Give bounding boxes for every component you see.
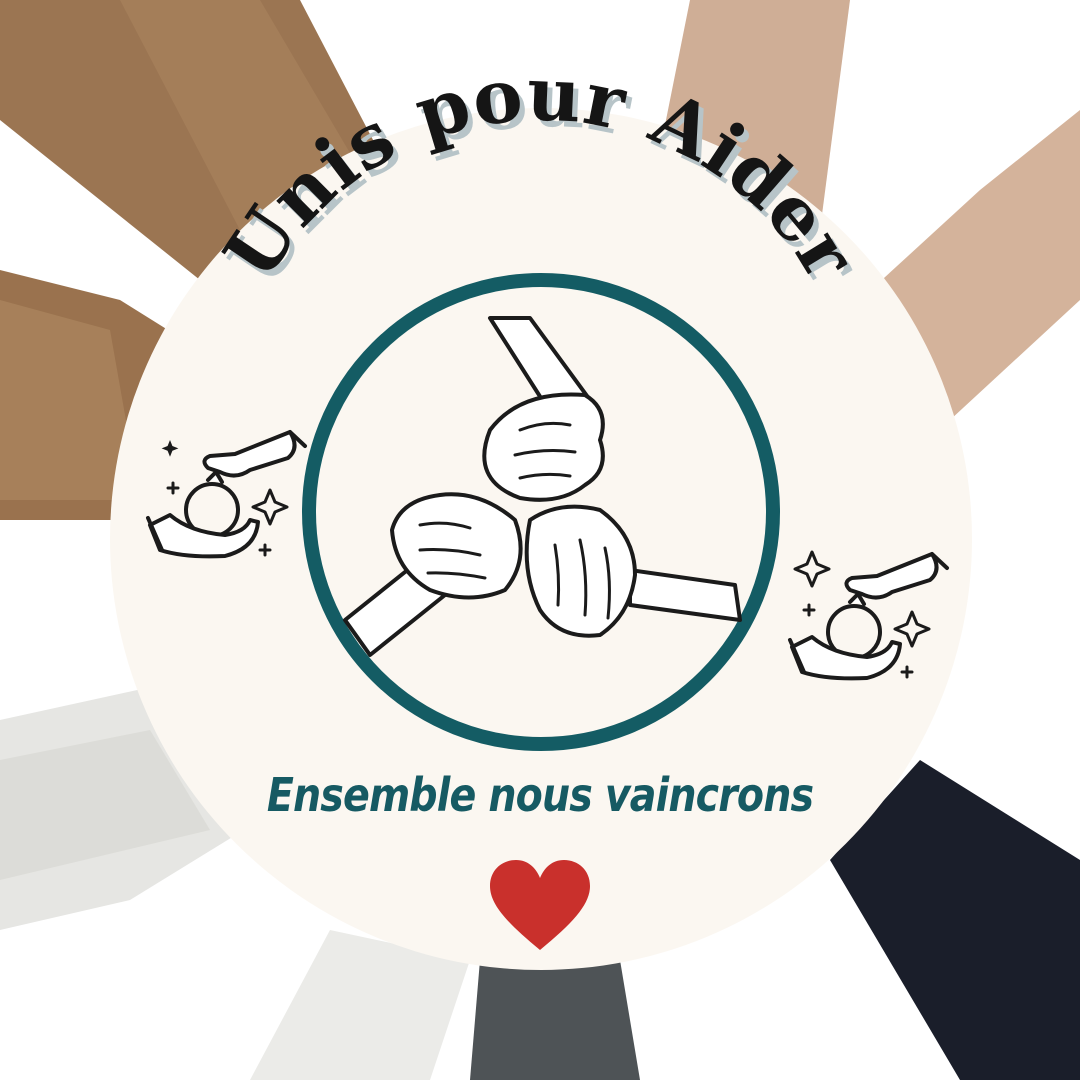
giving-hands-icon	[146, 430, 307, 559]
logo-canvas: Unis pour Aider Unis pour Aider Ensemble…	[0, 0, 1080, 1080]
heart-icon	[490, 860, 590, 950]
logo-tagline: Ensemble nous vaincrons	[266, 768, 814, 822]
joined-hands-icon	[343, 316, 742, 657]
giving-hands-icon	[788, 550, 949, 681]
